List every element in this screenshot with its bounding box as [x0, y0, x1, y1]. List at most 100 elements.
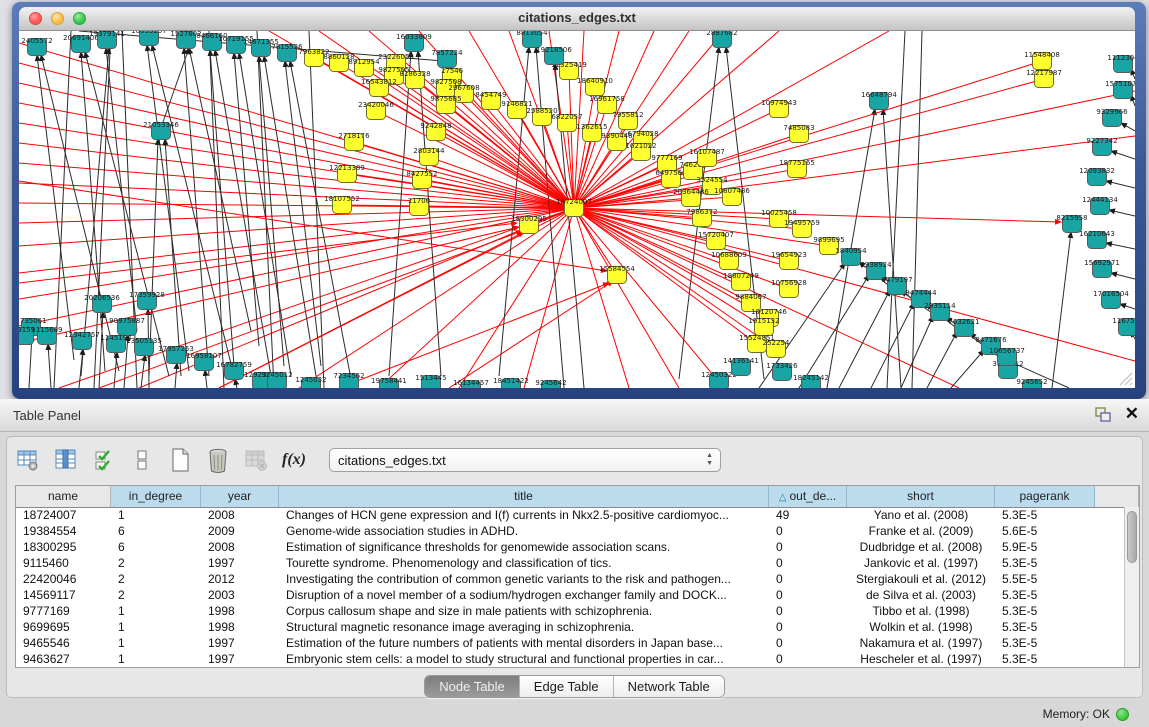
- graph-node[interactable]: 1112304: [1107, 54, 1135, 73]
- graph-node[interactable]: 252254: [763, 339, 790, 358]
- graph-node[interactable]: 12450322: [701, 371, 737, 388]
- network-canvas[interactable]: 1872400779638228860128891295423226058982…: [19, 31, 1135, 388]
- row-height-button[interactable]: [129, 447, 155, 473]
- graph-node[interactable]: 8427552: [406, 170, 437, 189]
- status-bar: Memory: OK: [0, 701, 1149, 727]
- graph-node[interactable]: 8186328: [399, 70, 430, 89]
- graph-node[interactable]: 20206536: [84, 294, 120, 313]
- graph-node[interactable]: 2887682: [706, 31, 737, 48]
- graph-node[interactable]: 2803144: [413, 147, 445, 166]
- table-row[interactable]: 1872400712008Changes of HCN gene express…: [16, 507, 1124, 523]
- graph-node[interactable]: 1513445: [415, 374, 446, 388]
- graph-node[interactable]: 1167534: [1112, 317, 1135, 336]
- graph-node[interactable]: 9245652: [1016, 378, 1047, 388]
- graph-node[interactable]: 15584554: [599, 265, 635, 284]
- column-chooser-button[interactable]: [53, 447, 79, 473]
- column-header-year[interactable]: year: [201, 486, 279, 507]
- table-cell-year: 1998: [201, 603, 279, 619]
- graph-node[interactable]: 12444134: [1082, 196, 1118, 215]
- vertical-scrollbar[interactable]: [1124, 507, 1139, 667]
- close-panel-icon[interactable]: ✕: [1125, 405, 1139, 423]
- tab-node-table[interactable]: Node Table: [425, 676, 520, 697]
- table-row[interactable]: 946554611997Estimation of the future num…: [16, 635, 1124, 651]
- table-row[interactable]: 1456911722003Disruption of a novel membe…: [16, 587, 1124, 603]
- graph-node[interactable]: 7955812: [612, 111, 643, 130]
- graph-node-label: 1621022: [625, 142, 656, 150]
- graph-node[interactable]: 15751074: [1105, 80, 1135, 99]
- graph-node[interactable]: 10807486: [714, 187, 750, 206]
- graph-node[interactable]: 12093832: [1079, 167, 1115, 186]
- graph-node[interactable]: 9245642: [535, 379, 566, 388]
- graph-node[interactable]: 11548408: [1024, 51, 1060, 70]
- column-header-in_degree[interactable]: in_degree: [111, 486, 201, 507]
- graph-node[interactable]: 20364486: [673, 188, 709, 207]
- column-header-name[interactable]: name: [16, 486, 111, 507]
- table-row[interactable]: 946362711997Embryonic stem cells: a mode…: [16, 651, 1124, 667]
- graph-node[interactable]: 10756928: [771, 279, 807, 298]
- tab-network-table[interactable]: Network Table: [614, 676, 724, 697]
- graph-node[interactable]: 18451422: [493, 377, 529, 388]
- graph-node[interactable]: 8912954: [348, 58, 380, 77]
- delete-rows-trash-button[interactable]: [205, 447, 231, 473]
- table-settings-button[interactable]: [15, 447, 41, 473]
- table-row[interactable]: 2242004622012Investigating the contribut…: [16, 571, 1124, 587]
- table-row[interactable]: 969969511998Structural magnetic resonanc…: [16, 619, 1124, 635]
- graph-node[interactable]: 18775165: [779, 159, 815, 178]
- column-header-label: year: [228, 489, 251, 503]
- window-resize-grip[interactable]: [1119, 372, 1133, 386]
- table-cell-short: de Silva et al. (2003): [847, 587, 995, 603]
- column-header-out_de[interactable]: △out_de...: [769, 486, 847, 507]
- graph-node[interactable]: 12217987: [1026, 69, 1062, 88]
- graph-node-label: 16648794: [861, 91, 897, 99]
- graph-node[interactable]: 13505135: [126, 337, 162, 356]
- delete-table-button[interactable]: [243, 447, 269, 473]
- table-row[interactable]: 1830029562008Estimation of significance …: [16, 539, 1124, 555]
- graph-node[interactable]: 12342757: [64, 331, 100, 350]
- graph-node[interactable]: 9227342: [1086, 137, 1117, 156]
- graph-node[interactable]: 7485083: [783, 124, 814, 143]
- graph-node[interactable]: 7857224: [431, 49, 463, 68]
- graph-node[interactable]: 2405572: [21, 37, 52, 56]
- memory-status-label: Memory: OK: [1043, 707, 1110, 721]
- graph-node[interactable]: 19654923: [771, 251, 807, 270]
- table-row[interactable]: 911546021997Tourette syndrome. Phenomeno…: [16, 555, 1124, 571]
- graph-node[interactable]: 16033809: [396, 33, 432, 52]
- scrollbar-thumb[interactable]: [1127, 511, 1137, 563]
- window-titlebar[interactable]: citations_edges.txt: [19, 7, 1135, 31]
- new-document-button[interactable]: [167, 447, 193, 473]
- graph-node[interactable]: 16648794: [861, 91, 897, 110]
- graph-node[interactable]: 9329966: [1096, 108, 1128, 127]
- column-header-pagerank[interactable]: pagerank: [995, 486, 1095, 507]
- graph-node[interactable]: 1245032: [295, 376, 326, 388]
- graph-node[interactable]: 18107552: [324, 195, 360, 214]
- graph-node-label: 12217987: [1026, 69, 1062, 77]
- graph-node[interactable]: 7632621: [948, 318, 979, 337]
- graph-node[interactable]: 21053346: [143, 121, 179, 140]
- table-row[interactable]: 1938455462009Genome-wide association stu…: [16, 523, 1124, 539]
- graph-node[interactable]: 10688609: [711, 251, 747, 270]
- table-cell-year: 2008: [201, 507, 279, 523]
- column-header-short[interactable]: short: [847, 486, 995, 507]
- graph-node[interactable]: 11700: [408, 197, 430, 216]
- tab-edge-table[interactable]: Edge Table: [520, 676, 614, 697]
- graph-node[interactable]: 16210643: [1079, 230, 1115, 249]
- graph-node[interactable]: 19758441: [371, 377, 407, 388]
- table-select-dropdown[interactable]: citations_edges.txt ▲▼: [329, 448, 721, 472]
- graph-node[interactable]: 18245142: [793, 374, 829, 388]
- column-header-label: name: [48, 489, 78, 503]
- graph-node[interactable]: 23420046: [358, 101, 394, 120]
- float-panel-button[interactable]: [1095, 407, 1111, 422]
- graph-node[interactable]: 16134457: [453, 379, 489, 388]
- table-cell-in_degree: 6: [111, 539, 201, 555]
- graph-node[interactable]: 15692971: [1084, 259, 1120, 278]
- column-header-title[interactable]: title: [279, 486, 769, 507]
- table-row[interactable]: 977716911998Corpus callosum shape and si…: [16, 603, 1124, 619]
- select-rows-button[interactable]: [91, 447, 117, 473]
- graph-node-label: 15751074: [1105, 80, 1135, 88]
- function-builder-button[interactable]: f(x): [281, 447, 307, 473]
- graph-node[interactable]: 90975887: [109, 317, 145, 336]
- citation-network-graph[interactable]: 1872400779638228860128891295423226058982…: [19, 31, 1135, 388]
- memory-status-button[interactable]: Memory: OK: [1037, 706, 1135, 722]
- graph-node[interactable]: 9875685: [430, 95, 461, 114]
- graph-node[interactable]: 18640910: [577, 77, 613, 96]
